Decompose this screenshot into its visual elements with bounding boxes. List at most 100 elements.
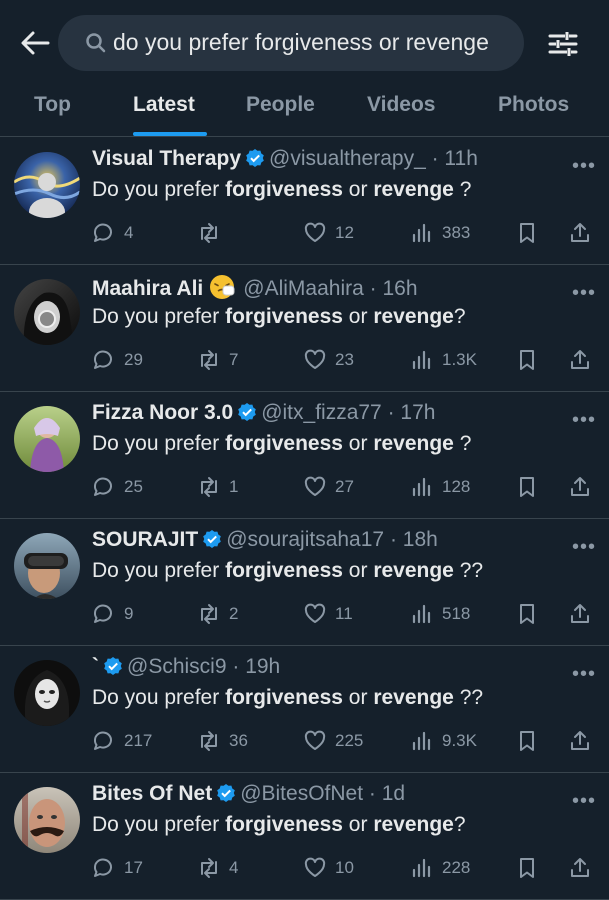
tweet-time[interactable]: 1d bbox=[382, 782, 405, 805]
display-name[interactable]: Maahira Ali bbox=[92, 277, 203, 300]
display-name[interactable]: SOURAJIT bbox=[92, 528, 198, 551]
user-handle[interactable]: @itx_fizza77 bbox=[261, 401, 382, 424]
avatar[interactable] bbox=[14, 279, 80, 345]
avatar[interactable] bbox=[14, 406, 80, 472]
user-handle[interactable]: @sourajitsaha17 bbox=[226, 528, 384, 551]
user-handle[interactable]: @Schisci9 bbox=[127, 655, 227, 678]
display-name[interactable]: Bites Of Net bbox=[92, 782, 212, 805]
display-name[interactable]: Visual Therapy bbox=[92, 147, 241, 170]
retweet-button[interactable]: 2 bbox=[197, 600, 238, 628]
reply-button[interactable]: 17 bbox=[92, 854, 143, 882]
tweet-header: ` @Schisci9 · 19h bbox=[92, 655, 281, 678]
search-settings-icon[interactable] bbox=[548, 30, 578, 58]
tweet-time[interactable]: 16h bbox=[382, 277, 417, 300]
bookmark-button[interactable] bbox=[515, 219, 547, 247]
back-arrow-icon[interactable] bbox=[18, 26, 52, 60]
bookmark-button[interactable] bbox=[515, 854, 547, 882]
reply-button[interactable]: 25 bbox=[92, 473, 143, 501]
share-button[interactable] bbox=[568, 219, 600, 247]
like-button[interactable]: 11 bbox=[303, 600, 353, 628]
more-options-icon[interactable]: ••• bbox=[572, 536, 596, 559]
retweet-button[interactable]: 36 bbox=[197, 727, 248, 755]
display-name[interactable]: ` bbox=[92, 655, 99, 678]
views-button[interactable]: 128 bbox=[410, 473, 470, 501]
like-button[interactable]: 225 bbox=[303, 727, 363, 755]
share-button[interactable] bbox=[568, 854, 600, 882]
reply-button[interactable]: 217 bbox=[92, 727, 152, 755]
retweet-button[interactable]: 1 bbox=[197, 473, 238, 501]
tab-videos[interactable]: Videos bbox=[367, 93, 435, 117]
avatar[interactable] bbox=[14, 152, 80, 218]
search-input[interactable]: do you prefer forgiveness or revenge bbox=[58, 15, 524, 71]
reply-count: 17 bbox=[124, 858, 143, 877]
like-button[interactable]: 12 bbox=[303, 219, 354, 247]
reply-icon bbox=[93, 223, 112, 242]
reply-icon bbox=[93, 477, 112, 496]
retweet-count: 7 bbox=[229, 350, 239, 369]
view-count: 9.3K bbox=[442, 731, 477, 750]
user-handle[interactable]: @visualtherapy_ bbox=[269, 147, 426, 170]
tweet-time[interactable]: 17h bbox=[400, 401, 435, 424]
avatar[interactable] bbox=[14, 787, 80, 853]
retweet-button[interactable]: 4 bbox=[197, 854, 238, 882]
tweet[interactable]: SOURAJIT @sourajitsaha17 · 18h ••• Do you… bbox=[0, 518, 609, 646]
verified-badge-icon bbox=[245, 148, 265, 168]
tweet-text: Do you prefer forgiveness or revenge? bbox=[92, 813, 466, 836]
more-options-icon[interactable]: ••• bbox=[572, 155, 596, 178]
more-options-icon[interactable]: ••• bbox=[572, 409, 596, 432]
retweet-button[interactable]: 7 bbox=[197, 346, 238, 374]
bookmark-button[interactable] bbox=[515, 600, 547, 628]
heart-icon bbox=[304, 603, 326, 623]
tweet[interactable]: Visual Therapy @visualtherapy_ · 11h ••• … bbox=[0, 137, 609, 265]
tweet-time[interactable]: 11h bbox=[444, 147, 477, 170]
tweet[interactable]: Bites Of Net @BitesOfNet · 1d ••• Do you … bbox=[0, 772, 609, 900]
user-handle[interactable]: @BitesOfNet bbox=[240, 782, 363, 805]
more-options-icon[interactable]: ••• bbox=[572, 282, 596, 305]
tweet-time[interactable]: 19h bbox=[245, 655, 280, 678]
tab-people[interactable]: People bbox=[246, 93, 315, 117]
avatar[interactable] bbox=[14, 660, 80, 726]
views-button[interactable]: 518 bbox=[410, 600, 470, 628]
heart-icon bbox=[304, 730, 326, 750]
like-button[interactable]: 23 bbox=[303, 346, 354, 374]
user-handle[interactable]: @AliMaahira bbox=[243, 277, 364, 300]
tweet-actions: 17 4 10 228 bbox=[0, 854, 609, 884]
reply-button[interactable]: 29 bbox=[92, 346, 143, 374]
reply-icon bbox=[93, 604, 112, 623]
more-options-icon[interactable]: ••• bbox=[572, 790, 596, 813]
bookmark-button[interactable] bbox=[515, 727, 547, 755]
tab-latest[interactable]: Latest bbox=[133, 93, 195, 117]
tab-top[interactable]: Top bbox=[34, 93, 71, 117]
active-tab-indicator bbox=[133, 132, 207, 136]
avatar[interactable] bbox=[14, 533, 80, 599]
tweet[interactable]: Maahira Ali @AliMaahira · 16h ••• Do you … bbox=[0, 264, 609, 392]
like-count: 11 bbox=[335, 604, 353, 623]
views-button[interactable]: 9.3K bbox=[410, 727, 477, 755]
share-button[interactable] bbox=[568, 473, 600, 501]
tweet[interactable]: Fizza Noor 3.0 @itx_fizza77 · 17h ••• Do … bbox=[0, 391, 609, 519]
views-button[interactable]: 228 bbox=[410, 854, 470, 882]
like-button[interactable]: 27 bbox=[303, 473, 354, 501]
search-query: do you prefer forgiveness or revenge bbox=[113, 29, 489, 55]
tweet-time[interactable]: 18h bbox=[403, 528, 438, 551]
tweet-actions: 29 7 23 1.3K bbox=[0, 346, 609, 376]
bookmark-button[interactable] bbox=[515, 473, 547, 501]
bookmark-button[interactable] bbox=[515, 346, 547, 374]
more-options-icon[interactable]: ••• bbox=[572, 663, 596, 686]
display-name[interactable]: Fizza Noor 3.0 bbox=[92, 401, 233, 424]
share-button[interactable] bbox=[568, 600, 600, 628]
share-button[interactable] bbox=[568, 727, 600, 755]
reply-button[interactable]: 9 bbox=[92, 600, 133, 628]
retweet-count: 4 bbox=[229, 858, 239, 877]
like-count: 23 bbox=[335, 350, 354, 369]
retweet-button[interactable] bbox=[197, 219, 229, 247]
views-button[interactable]: 383 bbox=[410, 219, 470, 247]
bookmark-icon bbox=[520, 858, 534, 878]
tweet-text: Do you prefer forgiveness or revenge ? bbox=[92, 178, 472, 201]
reply-button[interactable]: 4 bbox=[92, 219, 133, 247]
views-button[interactable]: 1.3K bbox=[410, 346, 477, 374]
tweet[interactable]: ` @Schisci9 · 19h ••• Do you prefer forgi… bbox=[0, 645, 609, 773]
like-button[interactable]: 10 bbox=[303, 854, 354, 882]
tab-photos[interactable]: Photos bbox=[498, 93, 569, 117]
share-button[interactable] bbox=[568, 346, 600, 374]
